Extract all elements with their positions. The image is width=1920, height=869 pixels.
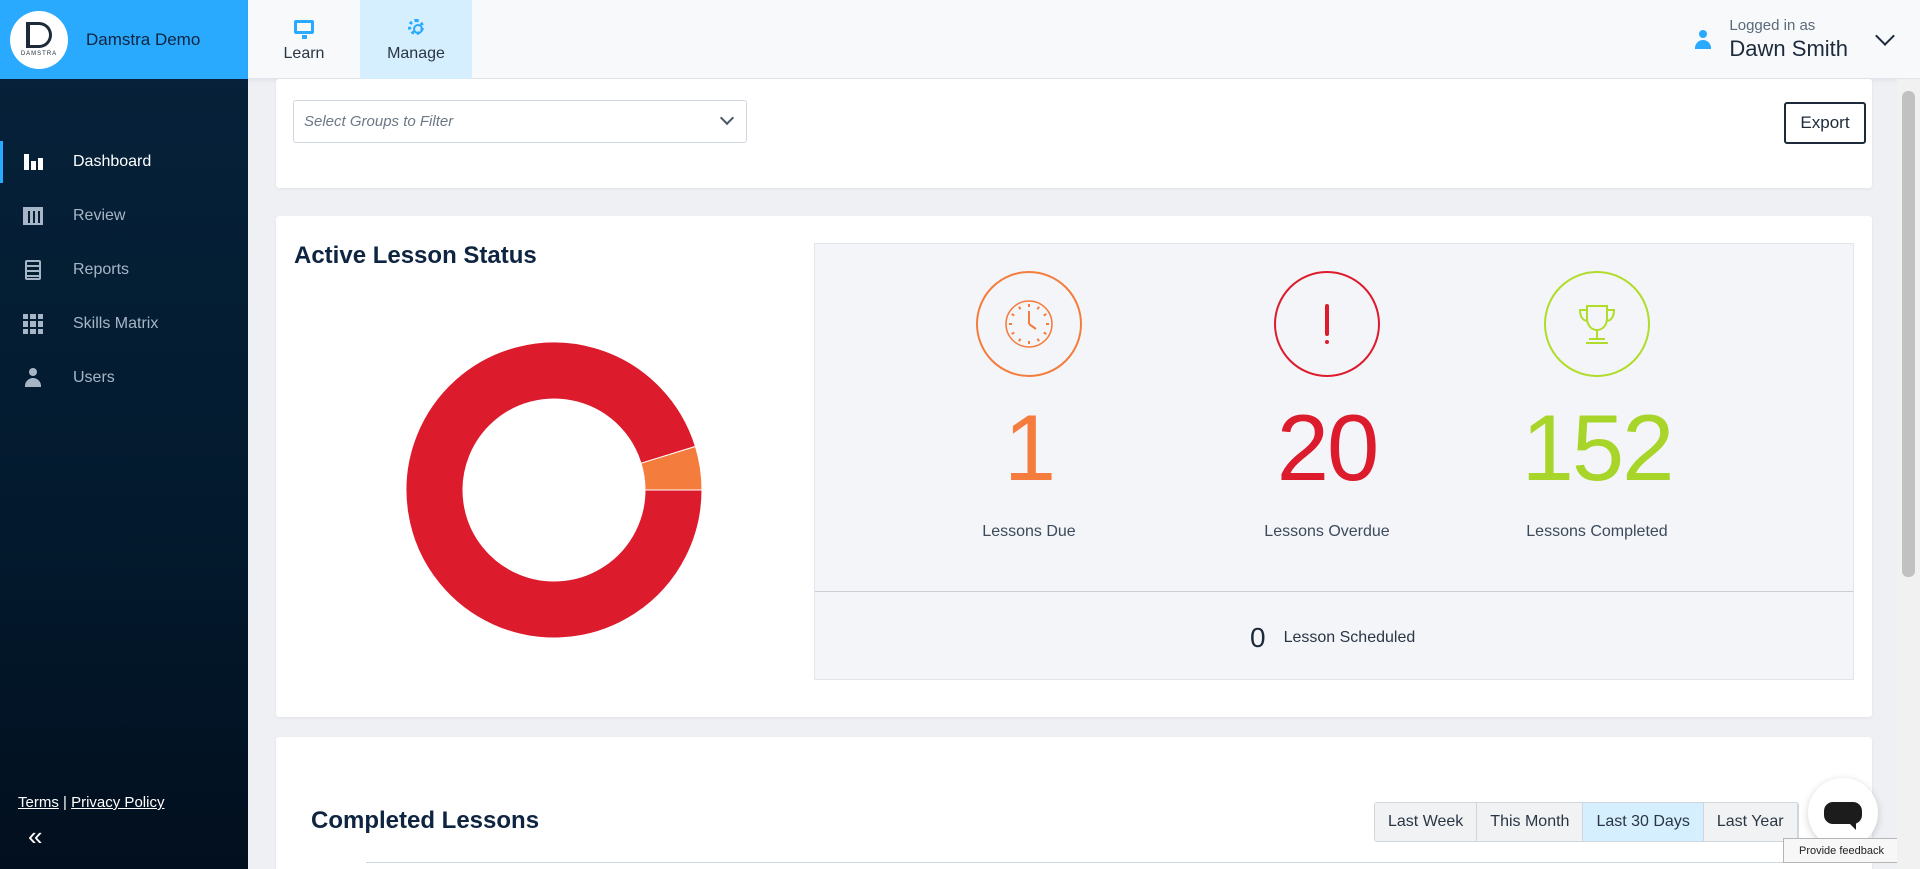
- stats-divider: [815, 591, 1853, 592]
- footer-separator: |: [63, 794, 67, 811]
- gear-icon: [408, 17, 424, 37]
- tab-learn[interactable]: Learn: [248, 0, 360, 79]
- date-range-selector: Last Week This Month Last 30 Days Last Y…: [1374, 802, 1799, 842]
- tab-manage[interactable]: Manage: [360, 0, 472, 79]
- user-menu[interactable]: Logged in as Dawn Smith: [1695, 0, 1895, 79]
- sidebar-item-skills-matrix[interactable]: Skills Matrix: [0, 297, 248, 351]
- lessons-overdue-label: Lessons Overdue: [1264, 523, 1390, 540]
- privacy-policy-link[interactable]: Privacy Policy: [71, 794, 164, 811]
- lessons-completed-stat[interactable]: 152 Lessons Completed: [1497, 244, 1697, 541]
- export-button[interactable]: Export: [1784, 102, 1866, 144]
- active-lesson-status-card: Active Lesson Status 1 Lessons Due 20 Le…: [276, 216, 1872, 717]
- provide-feedback-button[interactable]: Provide feedback: [1783, 838, 1900, 863]
- monitor-icon: [294, 17, 314, 39]
- range-last-30-days-button[interactable]: Last 30 Days: [1583, 803, 1704, 841]
- group-filter-placeholder: Select Groups to Filter: [304, 113, 454, 130]
- stats-panel: 1 Lessons Due 20 Lessons Overdue 152 Les…: [814, 243, 1854, 680]
- top-bar: Learn Manage Logged in as Dawn Smith: [248, 0, 1920, 79]
- collapse-sidebar-icon[interactable]: «: [28, 823, 42, 849]
- sidebar-item-label: Users: [73, 369, 115, 386]
- brand-header[interactable]: DAMSTRA Damstra Demo: [0, 0, 248, 79]
- sidebar-item-label: Reports: [73, 261, 130, 278]
- exclamation-icon: [1274, 271, 1380, 377]
- lesson-status-donut-chart: [405, 341, 703, 639]
- range-this-month-button[interactable]: This Month: [1477, 803, 1584, 841]
- chevron-down-icon[interactable]: [1875, 25, 1895, 46]
- user-icon: [22, 368, 44, 388]
- logo-d-mark: [26, 22, 52, 48]
- user-icon: [1695, 29, 1712, 50]
- range-last-year-button[interactable]: Last Year: [1703, 803, 1798, 841]
- donut-slice-lessons-overdue[interactable]: [405, 341, 703, 639]
- tab-label: Manage: [387, 44, 445, 62]
- calendar-icon: [22, 206, 44, 226]
- lessons-scheduled-stat[interactable]: 0 Lesson Scheduled: [1250, 622, 1415, 654]
- lessons-due-value: 1: [1003, 395, 1056, 500]
- lessons-scheduled-value: 0: [1250, 622, 1266, 653]
- damstra-logo: DAMSTRA: [10, 10, 68, 69]
- terms-link[interactable]: Terms: [18, 794, 59, 811]
- range-last-week-button[interactable]: Last Week: [1375, 803, 1478, 841]
- completed-lessons-card: Completed Lessons Last Week This Month L…: [276, 737, 1872, 869]
- user-info: Logged in as Dawn Smith: [1729, 17, 1848, 62]
- chat-bubble-icon: [1824, 802, 1862, 830]
- sidebar-item-dashboard[interactable]: Dashboard: [0, 135, 248, 189]
- lessons-overdue-stat[interactable]: 20 Lessons Overdue: [1227, 244, 1427, 541]
- filter-card: Select Groups to Filter Export: [276, 79, 1872, 188]
- clock-icon: [976, 271, 1082, 377]
- logo-wordmark: DAMSTRA: [20, 51, 58, 57]
- grid-icon: [22, 314, 44, 334]
- lessons-overdue-value: 20: [1276, 395, 1380, 500]
- sidebar-item-reports[interactable]: Reports: [0, 243, 248, 297]
- footer-links: Terms | Privacy Policy: [18, 794, 164, 811]
- lessons-due-stat[interactable]: 1 Lessons Due: [929, 244, 1129, 541]
- sidebar-nav: Dashboard Review Reports Skills Matrix U…: [0, 135, 248, 405]
- sidebar-item-users[interactable]: Users: [0, 351, 248, 405]
- clipboard-icon: [22, 260, 44, 280]
- sidebar-item-label: Review: [73, 207, 126, 224]
- user-name: Dawn Smith: [1729, 36, 1848, 61]
- brand-name: Damstra Demo: [86, 29, 201, 49]
- logged-in-label: Logged in as: [1729, 17, 1816, 34]
- lessons-completed-label: Lessons Completed: [1526, 523, 1668, 540]
- lessons-due-label: Lessons Due: [982, 523, 1076, 540]
- section-title: Active Lesson Status: [294, 242, 537, 269]
- vertical-scrollbar[interactable]: [1897, 79, 1920, 869]
- trophy-icon: [1544, 271, 1650, 377]
- lessons-completed-value: 152: [1521, 395, 1675, 500]
- tab-label: Learn: [283, 44, 325, 62]
- sidebar-item-review[interactable]: Review: [0, 189, 248, 243]
- chevron-down-icon: [719, 110, 735, 126]
- chart-top-border: [366, 862, 1866, 863]
- section-title: Completed Lessons: [311, 807, 540, 834]
- sidebar-item-label: Skills Matrix: [73, 315, 159, 332]
- lessons-scheduled-label: Lesson Scheduled: [1283, 629, 1416, 646]
- group-filter-select[interactable]: Select Groups to Filter: [293, 100, 747, 143]
- sidebar: DAMSTRA Damstra Demo Dashboard Review Re…: [0, 0, 248, 869]
- scrollbar-thumb[interactable]: [1902, 91, 1915, 577]
- bar-chart-icon: [22, 152, 44, 172]
- sidebar-item-label: Dashboard: [73, 153, 152, 170]
